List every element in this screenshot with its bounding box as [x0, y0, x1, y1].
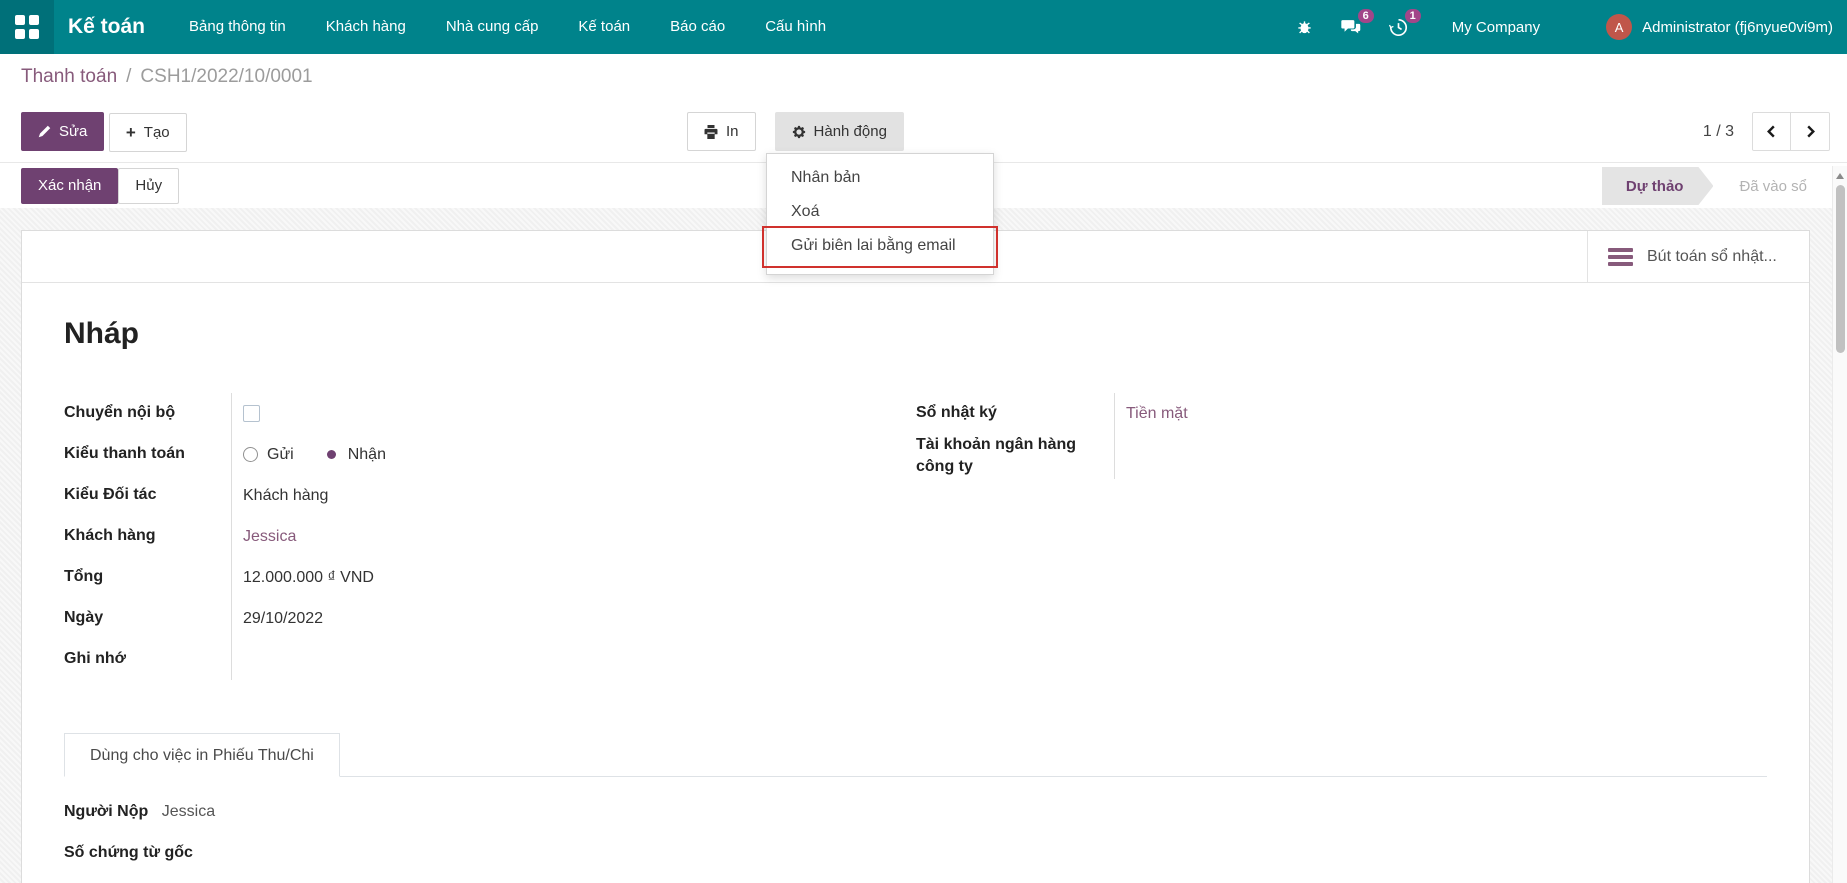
menu-item-vendors[interactable]: Nhà cung cấp — [426, 0, 559, 54]
field-partner-type: Kiểu Đối tác Khách hàng — [64, 475, 916, 516]
action-dropdown-menu: Nhân bản Xoá Gửi biên lai bằng email — [766, 153, 994, 275]
menu-item-customers[interactable]: Khách hàng — [306, 0, 426, 54]
app-brand[interactable]: Kế toán — [68, 15, 145, 39]
radio-unchecked-icon — [243, 447, 258, 462]
field-amount: Tổng 12.000.000 ₫ VND — [64, 557, 916, 598]
journal-link[interactable]: Tiền mặt — [1126, 405, 1188, 423]
center-buttons: In Hành động — [687, 112, 904, 151]
breadcrumb-separator: / — [126, 66, 131, 88]
journal-entries-button[interactable]: Bút toán sổ nhật... — [1587, 231, 1809, 282]
document-state-title: Nháp — [64, 317, 1767, 351]
fields-left-column: Chuyển nội bộ Kiểu thanh toán Gửi — [64, 393, 916, 680]
user-menu[interactable]: A Administrator (fj6nyue0vi9m) — [1566, 14, 1833, 40]
messages-icon[interactable]: 6 — [1327, 0, 1375, 54]
pager-previous-button[interactable] — [1753, 113, 1791, 150]
field-original-document-number: Số chứng từ gốc — [64, 844, 1767, 862]
print-button[interactable]: In — [687, 112, 756, 151]
field-journal: Sổ nhật ký Tiền mặt — [916, 393, 1767, 434]
apps-grid-icon — [15, 15, 39, 39]
payment-type-send-radio[interactable]: Gửi — [243, 446, 294, 464]
messages-badge: 6 — [1358, 9, 1374, 23]
menu-item-send-receipt-by-email[interactable]: Gửi biên lai bằng email — [767, 229, 993, 263]
form-sheet: Bút toán sổ nhật... Nháp Chuyển nội bộ K… — [21, 230, 1810, 883]
status-step-posted[interactable]: Đã vào sổ — [1713, 167, 1825, 205]
activities-icon[interactable]: 1 — [1375, 0, 1422, 54]
radio-checked-icon — [324, 447, 339, 462]
sheet-body: Nháp Chuyển nội bộ Kiểu thanh toán — [22, 317, 1809, 862]
action-button[interactable]: Hành động — [775, 112, 904, 151]
menu-item-reports[interactable]: Báo cáo — [650, 0, 745, 54]
notebook-body: Người Nộp Jessica Số chứng từ gốc — [64, 777, 1767, 862]
user-avatar: A — [1606, 14, 1632, 40]
activities-badge: 1 — [1405, 9, 1421, 23]
printer-icon — [704, 125, 718, 139]
plus-icon: + — [126, 124, 136, 141]
hamburger-icon — [1608, 245, 1633, 269]
content-area: Bút toán sổ nhật... Nháp Chuyển nội bộ K… — [0, 208, 1847, 883]
customer-link[interactable]: Jessica — [243, 528, 296, 546]
main-menu: Bảng thông tin Khách hàng Nhà cung cấp K… — [169, 0, 846, 54]
odoo-screen: Kế toán Bảng thông tin Khách hàng Nhà cu… — [0, 0, 1847, 883]
field-memo: Ghi nhớ — [64, 639, 916, 680]
menu-item-configuration[interactable]: Cấu hình — [745, 0, 846, 54]
systray: 6 1 My Company A Administrator (fj6nyue0… — [1282, 0, 1847, 54]
payment-type-receive-radio[interactable]: Nhận — [324, 446, 386, 464]
breadcrumb-current: CSH1/2022/10/0001 — [140, 66, 312, 88]
fields-right-column: Sổ nhật ký Tiền mặt Tài khoản ngân hàng … — [916, 393, 1767, 680]
menu-item-duplicate[interactable]: Nhân bản — [767, 161, 993, 195]
field-date: Ngày 29/10/2022 — [64, 598, 916, 639]
notebook: Dùng cho việc in Phiếu Thu/Chi Người Nộp… — [64, 733, 1767, 862]
breadcrumb-parent-link[interactable]: Thanh toán — [21, 66, 117, 88]
pencil-icon — [38, 125, 51, 138]
field-payer: Người Nộp Jessica — [64, 803, 1767, 821]
company-switcher[interactable]: My Company — [1422, 19, 1566, 36]
field-payment-type: Kiểu thanh toán Gửi Nhận — [64, 434, 916, 475]
field-grid: Chuyển nội bộ Kiểu thanh toán Gửi — [64, 393, 1767, 680]
field-company-bank-account: Tài khoản ngân hàng công ty — [916, 434, 1767, 479]
breadcrumb: Thanh toán / CSH1/2022/10/0001 — [0, 54, 1847, 100]
menu-item-delete[interactable]: Xoá — [767, 195, 993, 229]
debug-bug-icon[interactable] — [1282, 0, 1327, 54]
internal-transfer-checkbox[interactable] — [243, 405, 260, 422]
vertical-scrollbar[interactable] — [1832, 166, 1847, 883]
field-customer: Khách hàng Jessica — [64, 516, 916, 557]
pager: 1 / 3 — [1703, 112, 1830, 151]
top-navbar: Kế toán Bảng thông tin Khách hàng Nhà cu… — [0, 0, 1847, 54]
create-button[interactable]: + Tạo — [109, 113, 187, 152]
edit-button[interactable]: Sửa — [21, 112, 104, 151]
notebook-tabs: Dùng cho việc in Phiếu Thu/Chi — [64, 733, 1767, 777]
status-steps: Dự thảo Đã vào sổ — [1602, 167, 1825, 205]
menu-item-accounting[interactable]: Kế toán — [558, 0, 650, 54]
confirm-button[interactable]: Xác nhận — [21, 168, 118, 204]
cancel-button[interactable]: Hủy — [118, 168, 179, 204]
tab-print-receipt[interactable]: Dùng cho việc in Phiếu Thu/Chi — [64, 733, 340, 777]
menu-item-dashboard[interactable]: Bảng thông tin — [169, 0, 306, 54]
field-internal-transfer: Chuyển nội bộ — [64, 393, 916, 434]
pager-counter: 1 / 3 — [1703, 123, 1734, 141]
user-name: Administrator (fj6nyue0vi9m) — [1642, 19, 1833, 36]
gear-icon — [792, 125, 806, 139]
scrollbar-up-arrow[interactable] — [1836, 173, 1844, 179]
pager-next-button[interactable] — [1791, 113, 1829, 150]
status-step-draft[interactable]: Dự thảo — [1602, 167, 1714, 205]
scrollbar-thumb[interactable] — [1836, 185, 1845, 353]
apps-menu-button[interactable] — [0, 0, 54, 54]
